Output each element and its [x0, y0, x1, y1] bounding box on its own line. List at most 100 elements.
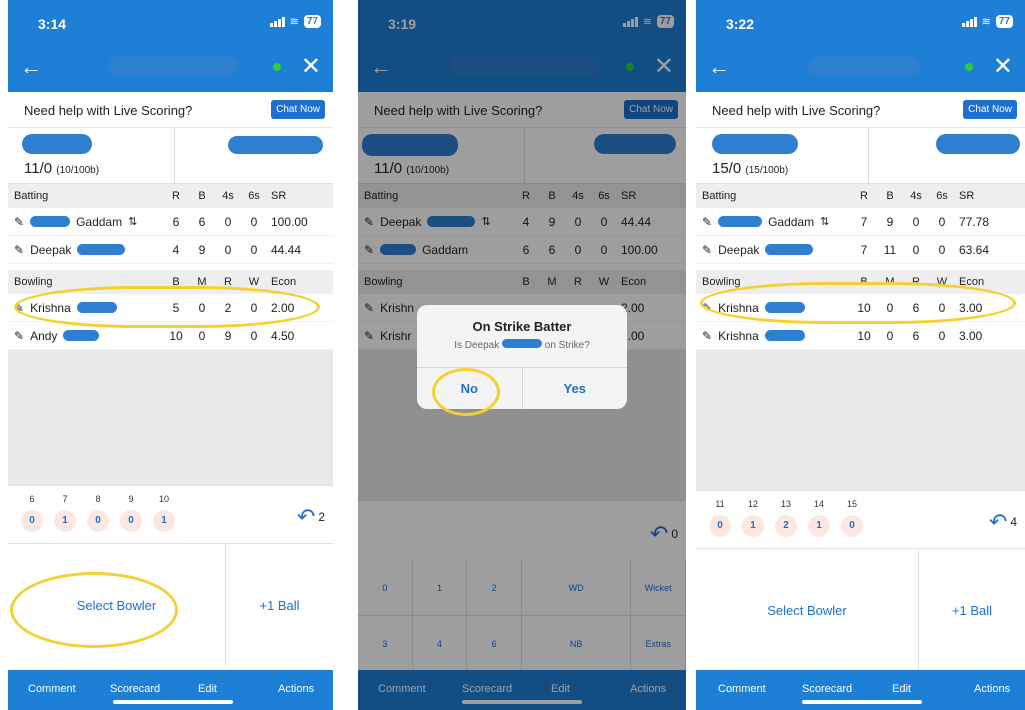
over-balls: 11 0 12 1 13 2 14 1 15 0 ↶ 4	[696, 490, 1025, 548]
batter-runs: 7	[860, 214, 868, 229]
nav-comment[interactable]: Comment	[28, 683, 76, 695]
batter-row[interactable]: ✎ Deepak 7 11 0 0 63.64	[696, 236, 1025, 264]
close-icon[interactable]: ✕	[301, 52, 321, 81]
select-bowler-button[interactable]: Select Bowler	[696, 549, 918, 672]
batter-runs: 7	[860, 242, 868, 257]
ball-number: 11	[715, 499, 725, 509]
col-b: B	[172, 276, 180, 288]
nav-actions[interactable]: Actions	[278, 683, 314, 695]
batter-sixes: 0	[938, 242, 946, 257]
status-icons: ≋ 77	[961, 15, 1013, 28]
bowler-maidens: 0	[886, 328, 894, 343]
batting-title: Batting	[14, 190, 49, 202]
arrow-left-icon[interactable]: ←	[708, 54, 730, 80]
redacted-name	[77, 244, 126, 255]
nav-scorecard[interactable]: Scorecard	[802, 683, 852, 695]
score-value: 15/0	[712, 160, 742, 177]
status-time: 3:14	[38, 16, 67, 32]
status-bar: 3:22 ≋ 77	[696, 0, 1025, 42]
batter-runs: 4	[172, 242, 180, 257]
ball-chip: 14 1	[807, 499, 831, 537]
undo-count: 4	[1010, 515, 1017, 529]
redacted-match-title	[808, 56, 920, 76]
close-icon[interactable]: ✕	[993, 52, 1013, 81]
batter-fours: 0	[912, 214, 920, 229]
ball-value: 1	[54, 510, 76, 532]
pencil-icon[interactable]: ✎	[702, 301, 712, 315]
nav-actions[interactable]: Actions	[974, 683, 1010, 695]
phone-screen-2: 3:19 ≋ 77 ← ✕ Need help with Live Scorin…	[358, 0, 686, 710]
bowler-row[interactable]: ✎ Krishna 10 0 6 0 3.00	[696, 294, 1025, 322]
pencil-icon[interactable]: ✎	[702, 243, 712, 257]
pencil-icon[interactable]: ✎	[14, 243, 24, 257]
plus-one-ball-button[interactable]: +1 Ball	[918, 549, 1025, 672]
divider	[174, 128, 175, 184]
status-time: 3:22	[726, 16, 755, 32]
battery-icon: 77	[995, 15, 1013, 28]
undo-count: 2	[318, 510, 325, 524]
score-box: 15/0 (15/100b)	[696, 128, 1025, 184]
undo-icon: ↶	[988, 509, 1008, 534]
undo-button[interactable]: ↶ 4	[989, 509, 1017, 535]
batter-balls: 9	[886, 214, 894, 229]
signal-icon	[961, 16, 977, 27]
batter-fours: 0	[224, 214, 232, 229]
pencil-icon[interactable]: ✎	[702, 215, 712, 229]
redacted-name	[76, 302, 117, 313]
bowler-econ: 3.00	[959, 300, 983, 315]
help-text: Need help with Live Scoring?	[712, 103, 881, 118]
nav-comment[interactable]: Comment	[718, 683, 766, 695]
batter-sr: 63.64	[959, 242, 990, 257]
pencil-icon[interactable]: ✎	[14, 215, 24, 229]
swap-icon[interactable]: ⇅	[128, 215, 137, 228]
pencil-icon[interactable]: ✎	[702, 329, 712, 343]
chat-now-button[interactable]: Chat Now	[271, 100, 325, 119]
batting-header: Batting R B 4s 6s SR	[696, 184, 1025, 208]
ball-number: 9	[128, 494, 134, 504]
select-bowler-button[interactable]: Select Bowler	[8, 544, 225, 667]
pencil-icon[interactable]: ✎	[14, 301, 24, 315]
bowler-runs: 2	[224, 300, 232, 315]
plus-one-ball-button[interactable]: +1 Ball	[225, 544, 333, 667]
batter-name: Deepak	[30, 242, 72, 257]
swap-icon[interactable]: ⇅	[820, 215, 829, 228]
bowler-balls: 10	[857, 300, 871, 315]
score-detail: (15/100b)	[745, 165, 789, 176]
batter-row[interactable]: ✎ Gaddam ⇅ 6 6 0 0 100.00	[8, 208, 333, 236]
ball-value: 0	[841, 515, 863, 537]
pencil-icon[interactable]: ✎	[14, 329, 24, 343]
col-r: R	[860, 190, 868, 202]
ball-chip: 15 0	[840, 499, 864, 537]
wifi-icon: ≋	[289, 16, 299, 28]
nav-edit[interactable]: Edit	[892, 683, 911, 695]
batter-row[interactable]: ✎ Deepak 4 9 0 0 44.44	[8, 236, 333, 264]
no-button[interactable]: No	[417, 368, 522, 409]
wifi-icon: ≋	[981, 16, 991, 28]
batter-name: Deepak	[718, 242, 760, 257]
bowler-row[interactable]: ✎ Krishna 5 0 2 0 2.00	[8, 294, 333, 322]
nav-edit[interactable]: Edit	[198, 683, 217, 695]
redacted-team-a	[22, 134, 92, 154]
yes-button[interactable]: Yes	[521, 368, 628, 409]
batter-row[interactable]: ✎ Gaddam ⇅ 7 9 0 0 77.78	[696, 208, 1025, 236]
bowler-wickets: 0	[938, 328, 946, 343]
undo-button[interactable]: ↶ 2	[297, 504, 325, 530]
nav-scorecard[interactable]: Scorecard	[110, 683, 160, 695]
empty-area	[8, 350, 333, 485]
app-bar: ← ✕	[696, 42, 1025, 92]
ball-number: 13	[780, 499, 791, 509]
status-bar: 3:14 ≋ 77	[8, 0, 333, 42]
battery-icon: 77	[303, 15, 321, 28]
bowler-row[interactable]: ✎ Krishna 10 0 6 0 3.00	[696, 322, 1025, 350]
bowler-wickets: 0	[250, 300, 258, 315]
help-banner: Need help with Live Scoring? Chat Now	[696, 92, 1025, 128]
chat-now-button[interactable]: Chat Now	[963, 100, 1017, 119]
arrow-left-icon[interactable]: ←	[20, 54, 42, 80]
ball-chip: 13 2	[774, 499, 798, 537]
help-banner: Need help with Live Scoring? Chat Now	[8, 92, 333, 128]
ball-chip: 10 1	[152, 494, 176, 532]
col-sr: SR	[959, 190, 975, 202]
batting-header: Batting R B 4s 6s SR	[8, 184, 333, 208]
bowler-maidens: 0	[198, 328, 206, 343]
bowler-row[interactable]: ✎ Andy 10 0 9 0 4.50	[8, 322, 333, 350]
